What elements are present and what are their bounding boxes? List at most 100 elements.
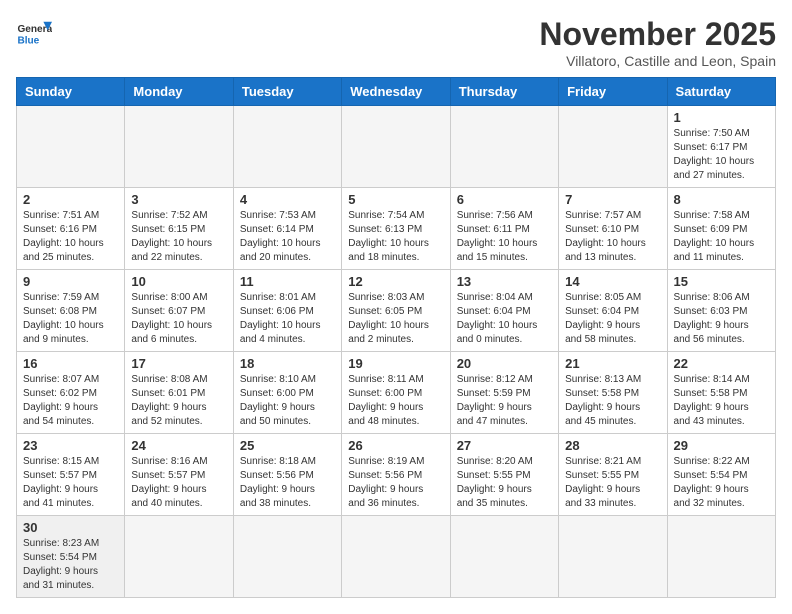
calendar-cell: 4Sunrise: 7:53 AM Sunset: 6:14 PM Daylig… [233, 188, 341, 270]
day-info: Sunrise: 8:08 AM Sunset: 6:01 PM Dayligh… [131, 373, 226, 429]
calendar-cell [667, 516, 775, 598]
title-area: November 2025 Villatoro, Castille and Le… [539, 16, 776, 69]
calendar-cell [559, 106, 667, 188]
calendar-cell [342, 516, 450, 598]
calendar-cell: 11Sunrise: 8:01 AM Sunset: 6:06 PM Dayli… [233, 270, 341, 352]
calendar-cell [559, 516, 667, 598]
calendar-cell [450, 516, 558, 598]
calendar-cell: 8Sunrise: 7:58 AM Sunset: 6:09 PM Daylig… [667, 188, 775, 270]
calendar-cell: 22 Sunrise: 8:14 AM Sunset: 5:58 PM Dayli… [667, 352, 775, 434]
day-info: Sunrise: 8:14 AM Sunset: 5:58 PM Dayligh… [674, 373, 769, 429]
day-info: Sunrise: 8:06 AM Sunset: 6:03 PM Dayligh… [674, 291, 769, 347]
weekday-header-saturday: Saturday [667, 78, 775, 106]
day-info: Sunrise: 7:51 AM Sunset: 6:16 PM Dayligh… [23, 209, 118, 265]
calendar-cell: 23Sunrise: 8:15 AM Sunset: 5:57 PM Dayli… [17, 434, 125, 516]
calendar-cell: 17 Sunrise: 8:08 AM Sunset: 6:01 PM Dayli… [125, 352, 233, 434]
calendar-cell: 15 Sunrise: 8:06 AM Sunset: 6:03 PM Dayli… [667, 270, 775, 352]
calendar-cell [125, 106, 233, 188]
calendar-cell [125, 516, 233, 598]
day-info: Sunrise: 7:50 AM Sunset: 6:17 PM Dayligh… [674, 127, 769, 183]
day-number: 18 [240, 356, 335, 371]
calendar-cell: 2 Sunrise: 7:51 AM Sunset: 6:16 PM Daylig… [17, 188, 125, 270]
weekday-header-monday: Monday [125, 78, 233, 106]
day-number: 9 [23, 274, 118, 289]
calendar-cell: 18 Sunrise: 8:10 AM Sunset: 6:00 PM Dayli… [233, 352, 341, 434]
calendar-cell: 3Sunrise: 7:52 AM Sunset: 6:15 PM Daylig… [125, 188, 233, 270]
day-number: 21 [565, 356, 660, 371]
weekday-header-row: SundayMondayTuesdayWednesdayThursdayFrid… [17, 78, 776, 106]
calendar-week-row: 30 Sunrise: 8:23 AM Sunset: 5:54 PM Dayli… [17, 516, 776, 598]
day-info: Sunrise: 8:23 AM Sunset: 5:54 PM Dayligh… [23, 537, 118, 593]
day-info: Sunrise: 8:04 AM Sunset: 6:04 PM Dayligh… [457, 291, 552, 347]
day-info: Sunrise: 7:57 AM Sunset: 6:10 PM Dayligh… [565, 209, 660, 265]
calendar-cell: 12 Sunrise: 8:03 AM Sunset: 6:05 PM Dayli… [342, 270, 450, 352]
day-number: 11 [240, 274, 335, 289]
day-number: 28 [565, 438, 660, 453]
day-number: 22 [674, 356, 769, 371]
day-number: 13 [457, 274, 552, 289]
calendar-cell: 7Sunrise: 7:57 AM Sunset: 6:10 PM Daylig… [559, 188, 667, 270]
day-number: 6 [457, 192, 552, 207]
weekday-header-wednesday: Wednesday [342, 78, 450, 106]
svg-text:Blue: Blue [17, 35, 39, 46]
day-info: Sunrise: 8:16 AM Sunset: 5:57 PM Dayligh… [131, 455, 226, 511]
page-header: General Blue November 2025 Villatoro, Ca… [16, 16, 776, 69]
calendar-table: SundayMondayTuesdayWednesdayThursdayFrid… [16, 77, 776, 598]
day-info: Sunrise: 8:22 AM Sunset: 5:54 PM Dayligh… [674, 455, 769, 511]
day-info: Sunrise: 8:10 AM Sunset: 6:00 PM Dayligh… [240, 373, 335, 429]
day-number: 12 [348, 274, 443, 289]
calendar-cell: 16Sunrise: 8:07 AM Sunset: 6:02 PM Dayli… [17, 352, 125, 434]
day-number: 16 [23, 356, 118, 371]
calendar-cell: 9Sunrise: 7:59 AM Sunset: 6:08 PM Daylig… [17, 270, 125, 352]
day-info: Sunrise: 7:56 AM Sunset: 6:11 PM Dayligh… [457, 209, 552, 265]
calendar-cell [450, 106, 558, 188]
calendar-cell: 19Sunrise: 8:11 AM Sunset: 6:00 PM Dayli… [342, 352, 450, 434]
day-number: 3 [131, 192, 226, 207]
day-number: 8 [674, 192, 769, 207]
day-number: 27 [457, 438, 552, 453]
calendar-cell [233, 516, 341, 598]
day-number: 10 [131, 274, 226, 289]
day-number: 5 [348, 192, 443, 207]
day-info: Sunrise: 8:12 AM Sunset: 5:59 PM Dayligh… [457, 373, 552, 429]
calendar-cell: 13 Sunrise: 8:04 AM Sunset: 6:04 PM Dayli… [450, 270, 558, 352]
calendar-title: November 2025 [539, 16, 776, 53]
day-info: Sunrise: 8:03 AM Sunset: 6:05 PM Dayligh… [348, 291, 443, 347]
calendar-week-row: 1 Sunrise: 7:50 AM Sunset: 6:17 PM Daylig… [17, 106, 776, 188]
calendar-cell: 10 Sunrise: 8:00 AM Sunset: 6:07 PM Dayli… [125, 270, 233, 352]
day-number: 15 [674, 274, 769, 289]
logo-icon: General Blue [16, 16, 52, 52]
calendar-cell: 24 Sunrise: 8:16 AM Sunset: 5:57 PM Dayli… [125, 434, 233, 516]
day-info: Sunrise: 8:18 AM Sunset: 5:56 PM Dayligh… [240, 455, 335, 511]
day-number: 14 [565, 274, 660, 289]
calendar-cell: 26Sunrise: 8:19 AM Sunset: 5:56 PM Dayli… [342, 434, 450, 516]
calendar-week-row: 9Sunrise: 7:59 AM Sunset: 6:08 PM Daylig… [17, 270, 776, 352]
day-number: 4 [240, 192, 335, 207]
day-info: Sunrise: 8:20 AM Sunset: 5:55 PM Dayligh… [457, 455, 552, 511]
calendar-week-row: 23Sunrise: 8:15 AM Sunset: 5:57 PM Dayli… [17, 434, 776, 516]
day-number: 23 [23, 438, 118, 453]
calendar-cell: 28 Sunrise: 8:21 AM Sunset: 5:55 PM Dayli… [559, 434, 667, 516]
calendar-week-row: 2 Sunrise: 7:51 AM Sunset: 6:16 PM Daylig… [17, 188, 776, 270]
weekday-header-tuesday: Tuesday [233, 78, 341, 106]
day-number: 17 [131, 356, 226, 371]
day-number: 1 [674, 110, 769, 125]
day-number: 20 [457, 356, 552, 371]
calendar-cell: 1 Sunrise: 7:50 AM Sunset: 6:17 PM Daylig… [667, 106, 775, 188]
day-info: Sunrise: 8:21 AM Sunset: 5:55 PM Dayligh… [565, 455, 660, 511]
calendar-cell: 6 Sunrise: 7:56 AM Sunset: 6:11 PM Daylig… [450, 188, 558, 270]
day-number: 30 [23, 520, 118, 535]
day-number: 24 [131, 438, 226, 453]
calendar-cell: 20 Sunrise: 8:12 AM Sunset: 5:59 PM Dayli… [450, 352, 558, 434]
day-number: 2 [23, 192, 118, 207]
day-info: Sunrise: 8:00 AM Sunset: 6:07 PM Dayligh… [131, 291, 226, 347]
logo: General Blue [16, 16, 52, 52]
calendar-cell [233, 106, 341, 188]
day-info: Sunrise: 8:11 AM Sunset: 6:00 PM Dayligh… [348, 373, 443, 429]
weekday-header-sunday: Sunday [17, 78, 125, 106]
weekday-header-thursday: Thursday [450, 78, 558, 106]
calendar-cell [342, 106, 450, 188]
day-number: 29 [674, 438, 769, 453]
day-number: 25 [240, 438, 335, 453]
calendar-cell: 30 Sunrise: 8:23 AM Sunset: 5:54 PM Dayli… [17, 516, 125, 598]
